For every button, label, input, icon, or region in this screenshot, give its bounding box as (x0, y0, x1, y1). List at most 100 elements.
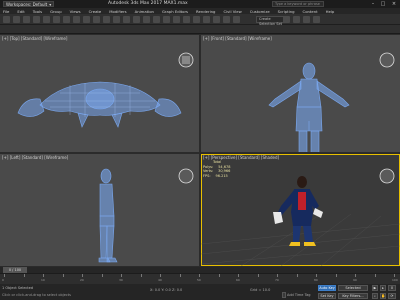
menu-item-help[interactable]: Help (326, 9, 335, 14)
bind-icon[interactable] (43, 16, 50, 23)
select-by-name-icon[interactable] (73, 16, 80, 23)
menu-item-group[interactable]: Group (50, 9, 62, 14)
minimize-icon[interactable]: – (368, 0, 378, 8)
play-icon[interactable]: ▶ (372, 285, 378, 291)
timeline-tick-label: 40 (158, 278, 162, 282)
timeline-tick-label: 10 (41, 278, 45, 282)
viewport-top[interactable]: [+] [Top] [Standard] [Wireframe] (0, 35, 199, 152)
rect-select-icon[interactable] (83, 16, 90, 23)
menu-item-civil-view[interactable]: Civil View (223, 9, 241, 14)
timeline-tick (179, 274, 181, 277)
render-icon[interactable] (313, 16, 320, 23)
timeline-tick-label: 0 (2, 278, 4, 282)
angle-snap-icon[interactable] (153, 16, 160, 23)
menu-item-animation[interactable]: Animation (135, 9, 154, 14)
timeline-tick-label: 50 (197, 278, 201, 282)
redo-icon[interactable] (13, 16, 20, 23)
zoom-icon[interactable]: ⌕ (372, 293, 378, 299)
timeline-tick (355, 274, 356, 277)
menu-item-file[interactable]: File (3, 9, 9, 14)
viewcube-icon (379, 168, 395, 184)
menu-item-graph-editors[interactable]: Graph Editors (162, 9, 188, 14)
scale-icon[interactable] (123, 16, 130, 23)
viewport-perspective[interactable]: [+] [Perspective] [Standard] [Shaded] To… (201, 154, 400, 266)
track-bar[interactable]: 0 10 20 30 40 50 60 70 80 90 100 (0, 273, 400, 284)
filter-icon[interactable] (53, 16, 60, 23)
frame-field[interactable]: 0 (388, 285, 396, 291)
coordinate-readout[interactable]: X: 0.0 Y: 0.0 Z: 0.0 (150, 288, 182, 292)
timeline-tick-label: 100 (392, 278, 398, 282)
menu-item-customize[interactable]: Customize (250, 9, 270, 14)
schematic-icon[interactable] (233, 16, 240, 23)
timeline-tick (296, 274, 298, 277)
orbit-icon[interactable]: ⟳ (388, 293, 396, 299)
select-icon[interactable] (63, 16, 70, 23)
selected-dropdown[interactable]: Selected (338, 285, 368, 291)
percent-snap-icon[interactable] (163, 16, 170, 23)
search-input[interactable]: Type a keyword or phrase (272, 1, 324, 7)
timeline-tick-label: 70 (275, 278, 279, 282)
menu-item-rendering[interactable]: Rendering (196, 9, 215, 14)
layer-icon[interactable] (203, 16, 210, 23)
viewcube-icon (178, 168, 194, 184)
menu-item-content[interactable]: Content (303, 9, 318, 14)
timeline-tick (394, 274, 395, 277)
timeline-tick-label: 60 (236, 278, 240, 282)
time-tag-icon[interactable] (282, 292, 286, 298)
key-filters-button[interactable]: Key Filters... (338, 293, 368, 299)
menu-item-tools[interactable]: Tools (33, 9, 42, 14)
link-icon[interactable] (23, 16, 30, 23)
chevron-down-icon: ▾ (49, 1, 52, 7)
material-icon[interactable] (283, 16, 290, 23)
spinner-snap-icon[interactable] (173, 16, 180, 23)
render-frame-icon[interactable] (303, 16, 310, 23)
menu-item-scripting[interactable]: Scripting (278, 9, 295, 14)
pan-icon[interactable]: ✋ (380, 293, 386, 299)
workspace-label: Workspaces: Default (6, 1, 48, 7)
graphite-icon[interactable] (213, 16, 220, 23)
timeline-tick (335, 274, 337, 277)
snap-icon[interactable] (143, 16, 150, 23)
selection-set-dropdown[interactable]: Create Selection Set (256, 16, 286, 26)
rotate-icon[interactable] (113, 16, 120, 23)
timeline-tick (199, 274, 200, 277)
maximize-icon[interactable]: □ (378, 0, 388, 8)
curve-editor-icon[interactable] (223, 16, 230, 23)
set-key-button[interactable]: Set Key (318, 293, 336, 299)
timeline-tick-label: 20 (80, 278, 84, 282)
close-icon[interactable]: × (389, 0, 399, 8)
timeline-tick (277, 274, 278, 277)
align-icon[interactable] (193, 16, 200, 23)
move-icon[interactable] (103, 16, 110, 23)
render-setup-icon[interactable] (293, 16, 300, 23)
menu-item-edit[interactable]: Edit (17, 9, 24, 14)
timeline-tick (62, 274, 64, 277)
auto-key-button[interactable]: Auto Key (318, 285, 336, 291)
pivot-icon[interactable] (133, 16, 140, 23)
unlink-icon[interactable] (33, 16, 40, 23)
next-frame-icon[interactable]: ▸ (380, 285, 386, 291)
viewcube-icon (379, 52, 395, 68)
mirror-icon[interactable] (183, 16, 190, 23)
window-title: Autodesk 3ds Max 2017 MAX1.max (108, 1, 188, 6)
left-view-wireframe (98, 168, 194, 263)
timeline-tick (374, 274, 376, 277)
top-view-wireframe (17, 52, 194, 128)
title-bar: Workspaces: Default ▾ Autodesk 3ds Max 2… (0, 0, 400, 8)
menu-item-views[interactable]: Views (70, 9, 81, 14)
timeline-tick (82, 274, 83, 277)
add-time-tag[interactable]: Add Time Tag (287, 293, 311, 297)
menu-item-modifiers[interactable]: Modifiers (109, 9, 126, 14)
menu-item-create[interactable]: Create (89, 9, 102, 14)
workspace-selector[interactable]: Workspaces: Default ▾ (3, 1, 55, 7)
undo-icon[interactable] (3, 16, 10, 23)
status-bar: 1 Object Selected Click or click-and-dra… (0, 284, 400, 300)
viewport-front[interactable]: [+] [Front] [Standard] [Wireframe] (201, 35, 400, 152)
timeline-tick (121, 274, 122, 277)
viewport-left[interactable]: [+] [Left] [Standard] [Wireframe] (0, 154, 199, 266)
front-view-wireframe (268, 52, 395, 152)
timeline-tick (101, 274, 103, 277)
timeline-tick (218, 274, 220, 277)
window-crossing-icon[interactable] (93, 16, 100, 23)
timeline-tick (23, 274, 25, 277)
